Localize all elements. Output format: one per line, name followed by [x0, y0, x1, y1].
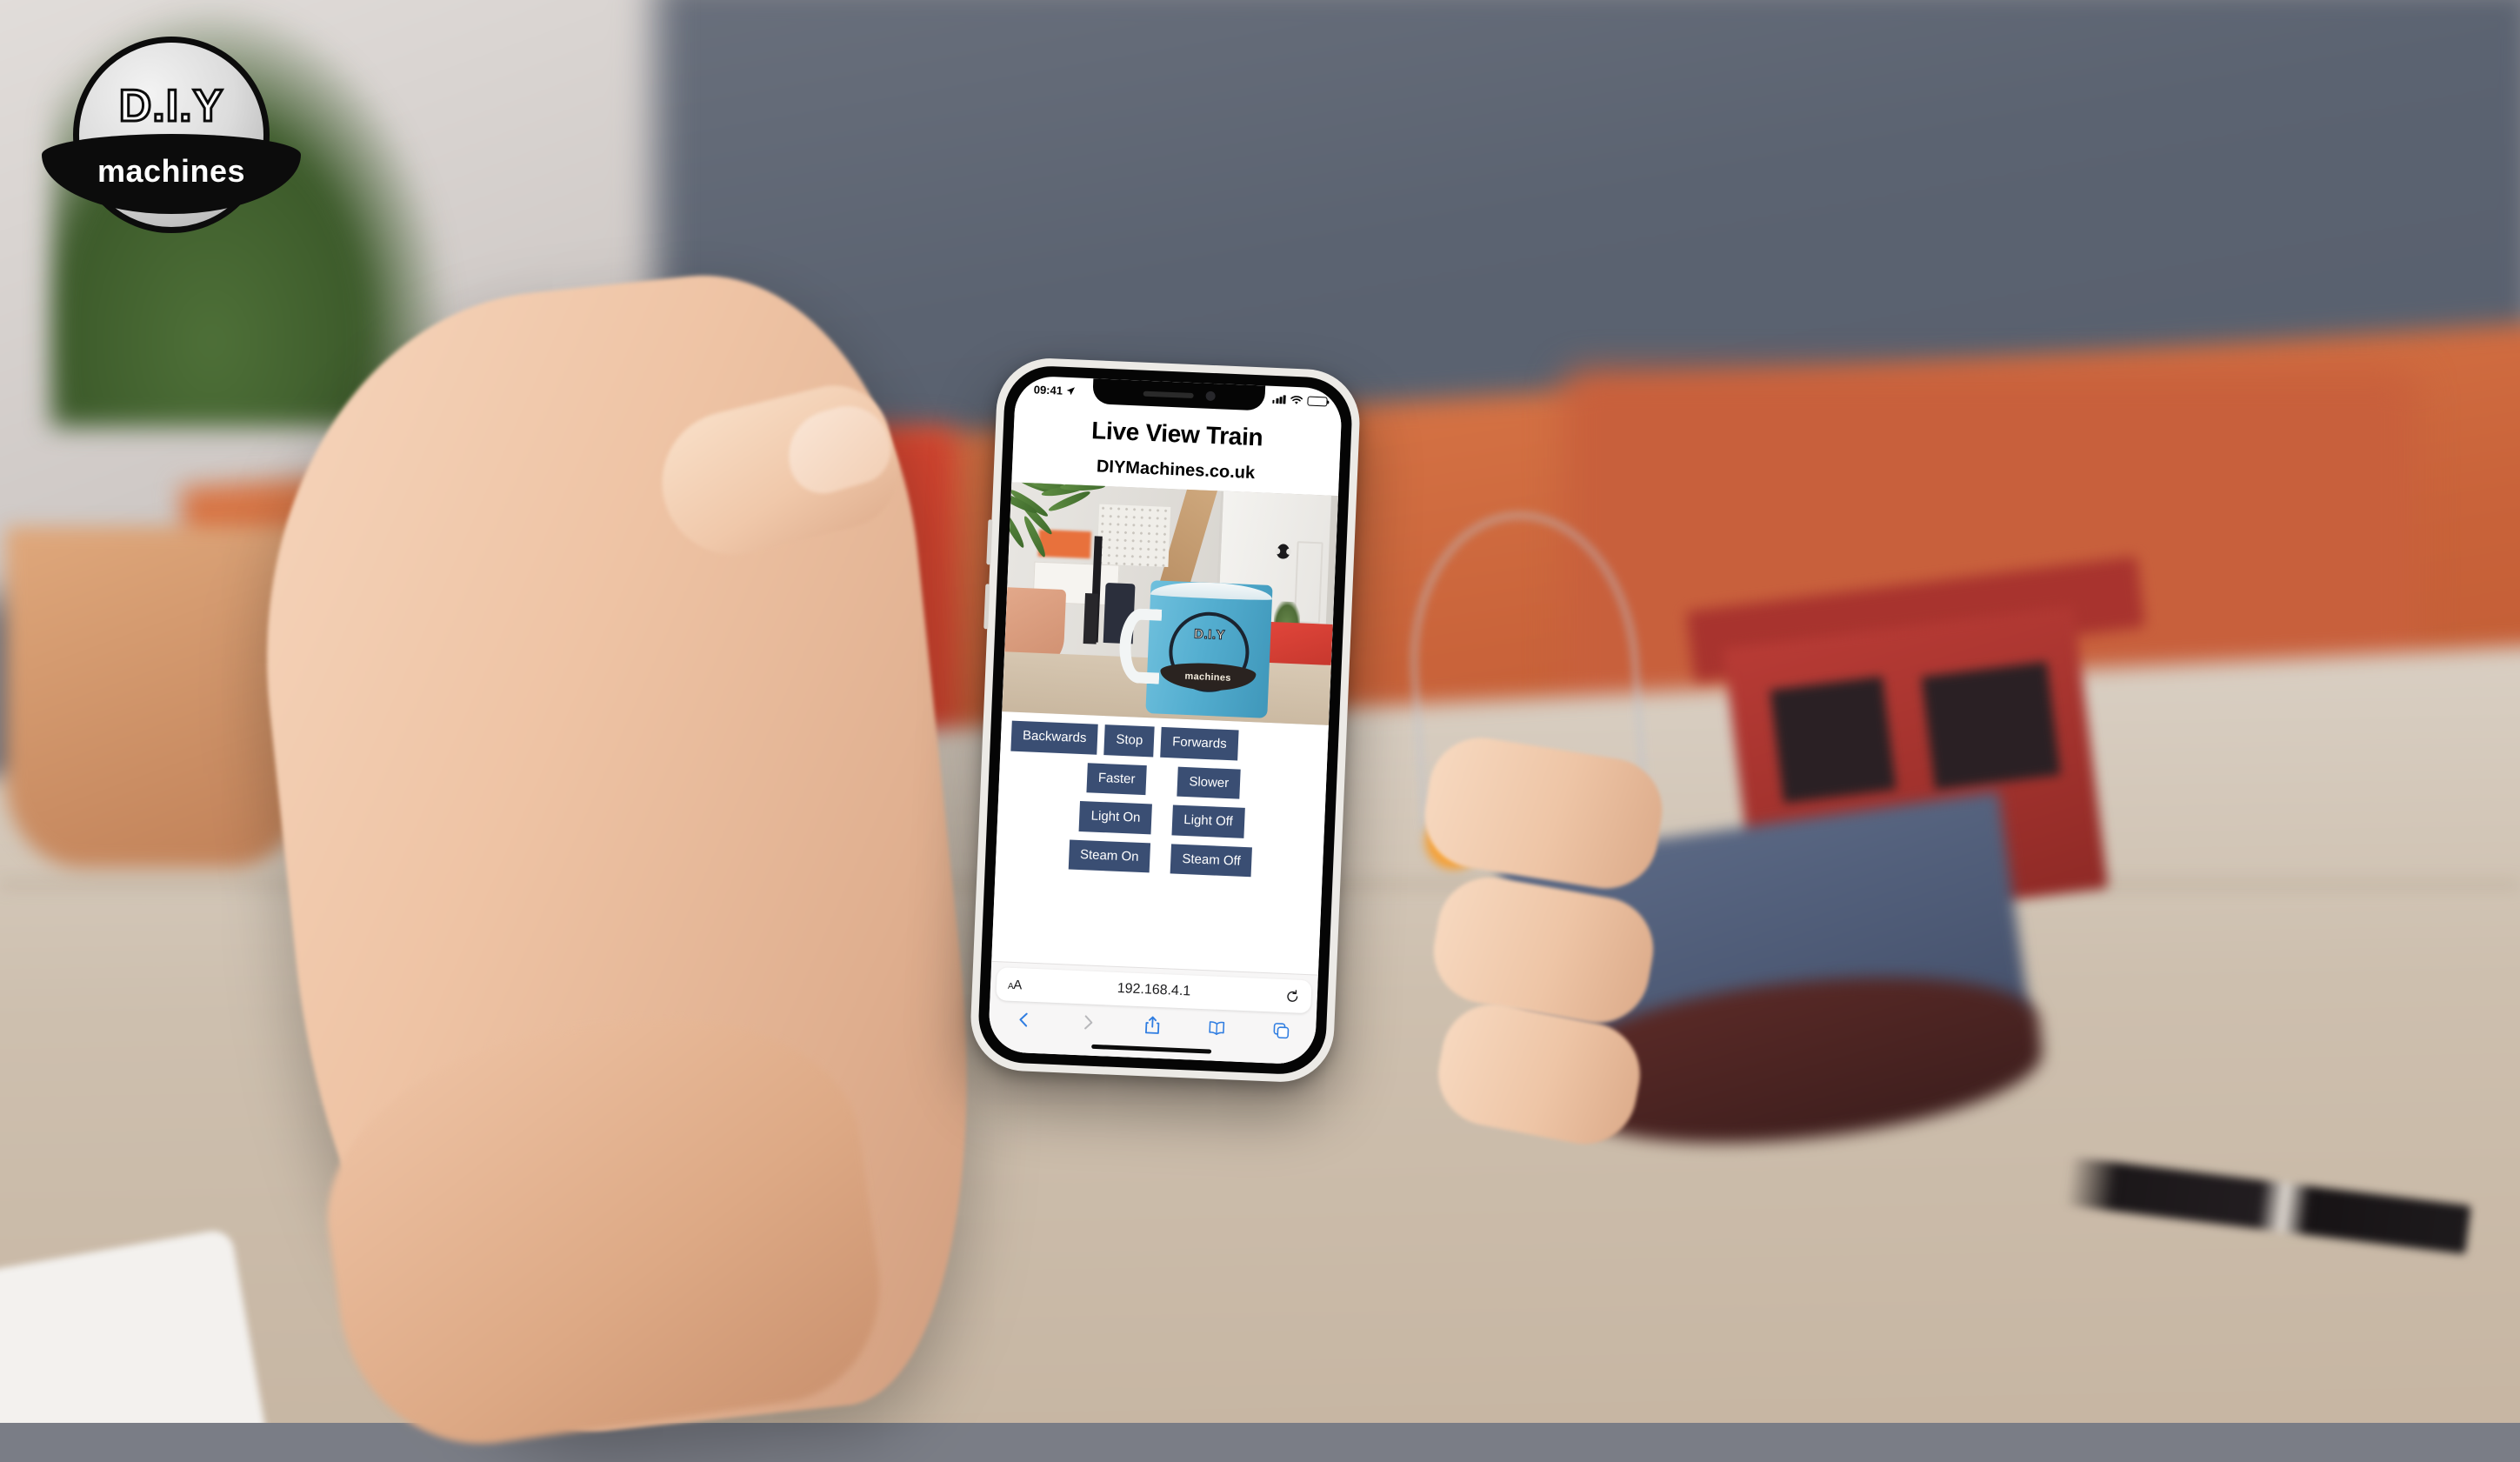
control-row-steam: Steam On Steam Off — [1006, 837, 1315, 879]
live-video-feed: D.I.Y machines — [1002, 482, 1338, 725]
logo-banner-text: machines — [97, 153, 245, 190]
phone-bezel: 09:41 — [977, 364, 1353, 1076]
logo-title: D.I.Y — [28, 80, 315, 132]
home-indicator[interactable] — [1091, 1044, 1211, 1053]
faster-button[interactable]: Faster — [1086, 763, 1147, 795]
phone-frame: 09:41 — [969, 357, 1362, 1085]
chevron-right-icon[interactable] — [1078, 1011, 1098, 1033]
cellular-bars-icon — [1272, 395, 1286, 404]
terracotta-pot — [5, 526, 308, 868]
chevron-left-icon[interactable] — [1014, 1009, 1034, 1031]
control-row-direction: Backwards Stop Forwards — [1010, 721, 1319, 764]
train-controls: Backwards Stop Forwards Faster Slower Li… — [991, 711, 1329, 974]
control-row-light: Light On Light Off — [1008, 798, 1317, 841]
forwards-button[interactable]: Forwards — [1160, 727, 1238, 760]
smartphone: 09:41 — [969, 357, 1362, 1085]
wifi-icon — [1290, 395, 1303, 405]
light-off-button[interactable]: Light Off — [1172, 804, 1245, 838]
phone-screen: 09:41 — [988, 375, 1343, 1065]
share-icon[interactable] — [1143, 1014, 1163, 1036]
backwards-button[interactable]: Backwards — [1010, 721, 1098, 755]
earpiece-speaker — [1143, 391, 1193, 397]
feed-diy-mug: D.I.Y machines — [1146, 580, 1272, 718]
status-time: 09:41 — [1033, 383, 1063, 397]
steam-off-button[interactable]: Steam Off — [1170, 844, 1253, 877]
tabs-icon[interactable] — [1271, 1019, 1291, 1041]
mug-logo-banner-text: machines — [1184, 671, 1231, 683]
feed-stand-joint — [1083, 593, 1098, 644]
train-window-left — [1770, 677, 1897, 804]
mug-logo-title: D.I.Y — [1194, 626, 1226, 642]
mug-logo: D.I.Y machines — [1168, 611, 1251, 694]
light-on-button[interactable]: Light On — [1079, 801, 1152, 834]
train-window-right — [1922, 662, 2061, 791]
logo-banner: machines — [42, 134, 301, 214]
stop-button[interactable]: Stop — [1104, 724, 1155, 757]
url-text: 192.168.4.1 — [997, 976, 1311, 1005]
page-subtitle: DIYMachines.co.uk — [1012, 453, 1340, 487]
battery-full-icon — [1307, 396, 1327, 406]
page-title: Live View Train — [1013, 413, 1341, 455]
front-camera-icon — [1205, 391, 1215, 401]
slower-button[interactable]: Slower — [1177, 766, 1241, 798]
steam-on-button[interactable]: Steam On — [1068, 839, 1150, 872]
location-arrow-icon — [1066, 385, 1076, 395]
diy-machines-logo: D.I.Y machines — [28, 12, 315, 299]
control-row-speed: Faster Slower — [1010, 759, 1318, 802]
book-icon[interactable] — [1207, 1017, 1227, 1038]
feed-plant-leaves — [1002, 482, 1123, 601]
web-page: Live View Train DIYMachines.co.uk — [991, 401, 1342, 974]
safari-bottom-bar: AA 192.168.4.1 — [988, 961, 1318, 1065]
